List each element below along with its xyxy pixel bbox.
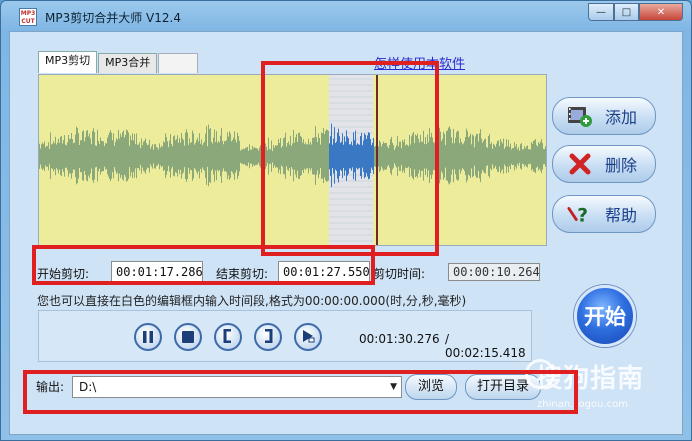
start-cut-label: 开始剪切: — [37, 267, 90, 281]
maximize-button[interactable]: □ — [614, 3, 639, 21]
close-button[interactable]: ✕ — [639, 3, 683, 21]
chevron-down-icon[interactable]: ▼ — [390, 377, 397, 397]
end-cut-input[interactable]: 00:01:27.550 — [278, 261, 370, 283]
watermark-text-label: 搜狗指南 — [536, 364, 645, 394]
output-path-select[interactable]: D:\ ▼ — [72, 376, 402, 398]
close-icon: ✕ — [656, 6, 666, 18]
waveform-trace — [39, 124, 546, 187]
play-selection-button[interactable] — [294, 323, 322, 351]
waveform[interactable] — [39, 75, 547, 246]
tab-mp3-cut[interactable]: MP3剪切 — [38, 51, 98, 73]
pause-button[interactable] — [134, 323, 162, 351]
stop-icon — [182, 328, 194, 347]
start-cut-input[interactable]: 00:01:17.286 — [111, 261, 203, 283]
maximize-icon: □ — [621, 6, 632, 18]
tab-mp3-merge[interactable]: MP3合并 — [98, 53, 158, 73]
output-label: 输出: — [36, 380, 65, 394]
minimize-button[interactable]: — — [588, 3, 614, 21]
mark-start-icon — [222, 328, 234, 347]
title-bar[interactable]: MP3 CUT MP3剪切合并大师 V12.4 — □ ✕ — [1, 1, 691, 31]
player-panel: 00:01:30.276 / 00:02:15.418 — [38, 310, 532, 362]
mark-end-button[interactable] — [254, 323, 282, 351]
delete-button[interactable]: 删除 — [552, 145, 656, 183]
play-selection-icon — [301, 328, 315, 347]
delete-button-label: 删除 — [605, 156, 638, 175]
cut-duration-label: 剪切时间: — [373, 267, 426, 281]
tab-bar: MP3剪切 MP3合并 — [38, 51, 199, 73]
browse-button[interactable]: 浏览 — [405, 374, 457, 400]
total-duration: / 00:02:15.418 — [445, 332, 526, 360]
add-button-label: 添加 — [605, 108, 638, 127]
mark-end-icon — [262, 328, 274, 347]
stop-button[interactable] — [174, 323, 202, 351]
window-title: MP3剪切合并大师 V12.4 — [45, 11, 181, 25]
how-to-use-link[interactable]: 怎样使用本软件 — [374, 53, 465, 72]
watermark-url: zhinan.sogou.com — [537, 399, 629, 410]
start-button[interactable]: 开始 — [574, 285, 636, 347]
tab-strip-spacer — [158, 53, 199, 73]
end-cut-label: 结束剪切: — [216, 267, 269, 281]
add-button[interactable]: 添加 — [552, 97, 656, 135]
help-button-label: 帮助 — [605, 206, 638, 225]
waveform-panel[interactable] — [38, 74, 547, 246]
cut-duration-value: 00:00:10.264 — [448, 263, 540, 281]
app-window: MP3 CUT MP3剪切合并大师 V12.4 — □ ✕ MP3剪切 MP3合… — [0, 0, 692, 441]
red-x-icon — [567, 152, 593, 176]
svg-text:?: ? — [577, 205, 588, 226]
pause-icon — [142, 328, 154, 347]
mark-start-button[interactable] — [214, 323, 242, 351]
minimize-icon: — — [596, 6, 606, 18]
watermark-text: 搜狗指南 — [516, 358, 644, 395]
output-path-value: D:\ — [79, 380, 97, 394]
time-format-hint: 您也可以直接在白色的编辑框内输入时间段,格式为00:00:00.000(时,分,… — [37, 294, 467, 308]
app-icon: MP3 CUT — [19, 8, 37, 26]
question-icon: ? — [567, 202, 593, 226]
help-button[interactable]: ? 帮助 — [552, 195, 656, 233]
film-add-icon — [567, 104, 593, 128]
current-position: 00:01:30.276 — [359, 332, 440, 346]
